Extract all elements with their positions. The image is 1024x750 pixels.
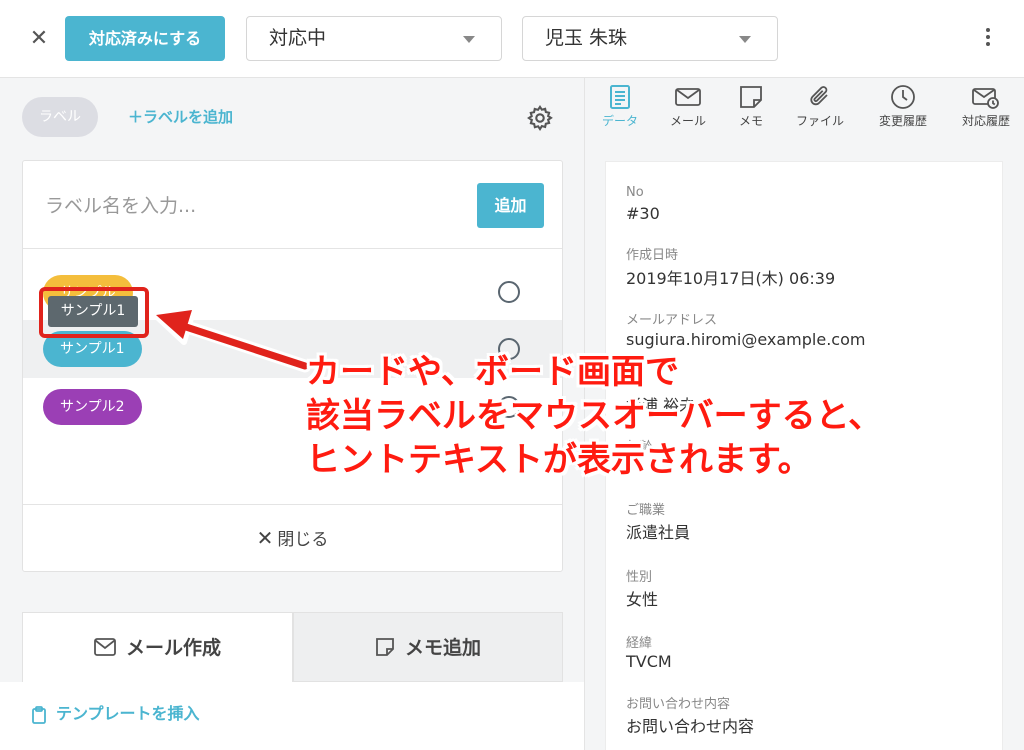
close-icon: ✕	[256, 526, 274, 550]
clock-icon	[891, 85, 915, 109]
mail-clock-icon	[972, 88, 999, 109]
highlight-box	[39, 287, 149, 338]
label-chip[interactable]: ラベル	[22, 97, 98, 137]
chevron-down-icon	[739, 36, 751, 43]
field-value: sugiura.hiromi@example.com	[626, 330, 866, 349]
tab-response-history[interactable]: 対応履歴	[951, 84, 1021, 129]
clipboard-icon	[32, 705, 46, 724]
envelope-icon	[94, 637, 116, 656]
tab-mail-label: メール	[669, 114, 706, 128]
chevron-down-icon	[463, 36, 475, 43]
tab-memo-add[interactable]: メモ追加	[293, 612, 563, 682]
label-pill: サンプル2	[43, 389, 142, 425]
add-label-link[interactable]: ＋ラベルを追加	[128, 104, 233, 130]
label-name-input[interactable]: ラベル名を入力... 追加	[23, 161, 562, 249]
field-label: 作成日時	[626, 248, 679, 263]
tab-data-label: データ	[601, 114, 638, 128]
field-label: お問い合わせ内容	[626, 697, 731, 712]
tab-change-history[interactable]: 変更履歴	[868, 84, 938, 129]
tab-memo-label: メモ追加	[404, 637, 481, 659]
memo-icon	[376, 637, 394, 656]
status-select[interactable]: 対応中	[246, 16, 502, 61]
annotation-line: カードや、ボード画面で	[306, 352, 679, 392]
close-panel-button[interactable]: ✕ 閉じる	[23, 504, 562, 572]
close-label: 閉じる	[277, 530, 329, 550]
status-select-value: 対応中	[269, 27, 327, 49]
tab-response-history-label: 対応履歴	[961, 114, 1010, 128]
assignee-select[interactable]: 児玉 朱珠	[522, 16, 778, 61]
label-name-placeholder: ラベル名を入力...	[45, 195, 197, 217]
mark-done-button[interactable]: 対応済みにする	[65, 16, 225, 61]
tab-memo[interactable]: メモ	[716, 84, 786, 129]
paperclip-icon	[810, 86, 828, 106]
tab-file[interactable]: ファイル	[785, 84, 855, 129]
detail-tabs: データ メール メモ ファイル 変更履歴 対応履歴	[585, 78, 1024, 136]
close-icon[interactable]: ✕	[26, 24, 52, 54]
field-value: 派遣社員	[626, 523, 691, 542]
tab-mail-compose[interactable]: メール作成	[22, 612, 293, 682]
tab-memo-label: メモ	[738, 114, 763, 128]
tab-data[interactable]: データ	[585, 84, 655, 129]
annotation-line: ヒントテキストが表示されます。	[306, 440, 812, 480]
tab-mail[interactable]: メール	[653, 84, 723, 129]
field-value: 女性	[626, 590, 659, 609]
field-label: 経緯	[626, 636, 653, 651]
document-icon	[610, 85, 630, 109]
gear-icon[interactable]	[526, 104, 554, 132]
field-value: TVCM	[626, 652, 672, 671]
insert-template-label: テンプレートを挿入	[56, 704, 200, 723]
envelope-icon	[675, 88, 701, 106]
annotation-arrow	[151, 305, 310, 373]
insert-template-link[interactable]: テンプレートを挿入	[32, 702, 200, 726]
field-value: 2019年10月17日(木) 06:39	[626, 269, 836, 288]
annotation-text: カードや、ボード画面で 該当ラベルをマウスオーバーすると、 ヒントテキストが表示…	[306, 350, 882, 482]
field-value: お問い合わせ内容	[626, 717, 755, 736]
annotation-line: 該当ラベルをマウスオーバーすると、	[306, 396, 883, 436]
more-menu-icon[interactable]	[976, 26, 1000, 54]
field-label: メールアドレス	[626, 313, 718, 328]
tab-file-label: ファイル	[795, 114, 844, 128]
field-value: #30	[626, 204, 660, 223]
radio-icon[interactable]	[498, 281, 520, 303]
field-label: ご職業	[626, 503, 666, 518]
memo-icon	[740, 86, 762, 108]
add-button[interactable]: 追加	[477, 183, 544, 228]
tab-change-history-label: 変更履歴	[878, 114, 927, 128]
top-bar: ✕ 対応済みにする 対応中 児玉 朱珠	[0, 0, 1024, 78]
field-label: No	[626, 185, 644, 200]
tab-mail-label: メール作成	[125, 637, 221, 659]
assignee-select-value: 児玉 朱珠	[545, 27, 628, 49]
field-label: 性別	[626, 570, 653, 585]
